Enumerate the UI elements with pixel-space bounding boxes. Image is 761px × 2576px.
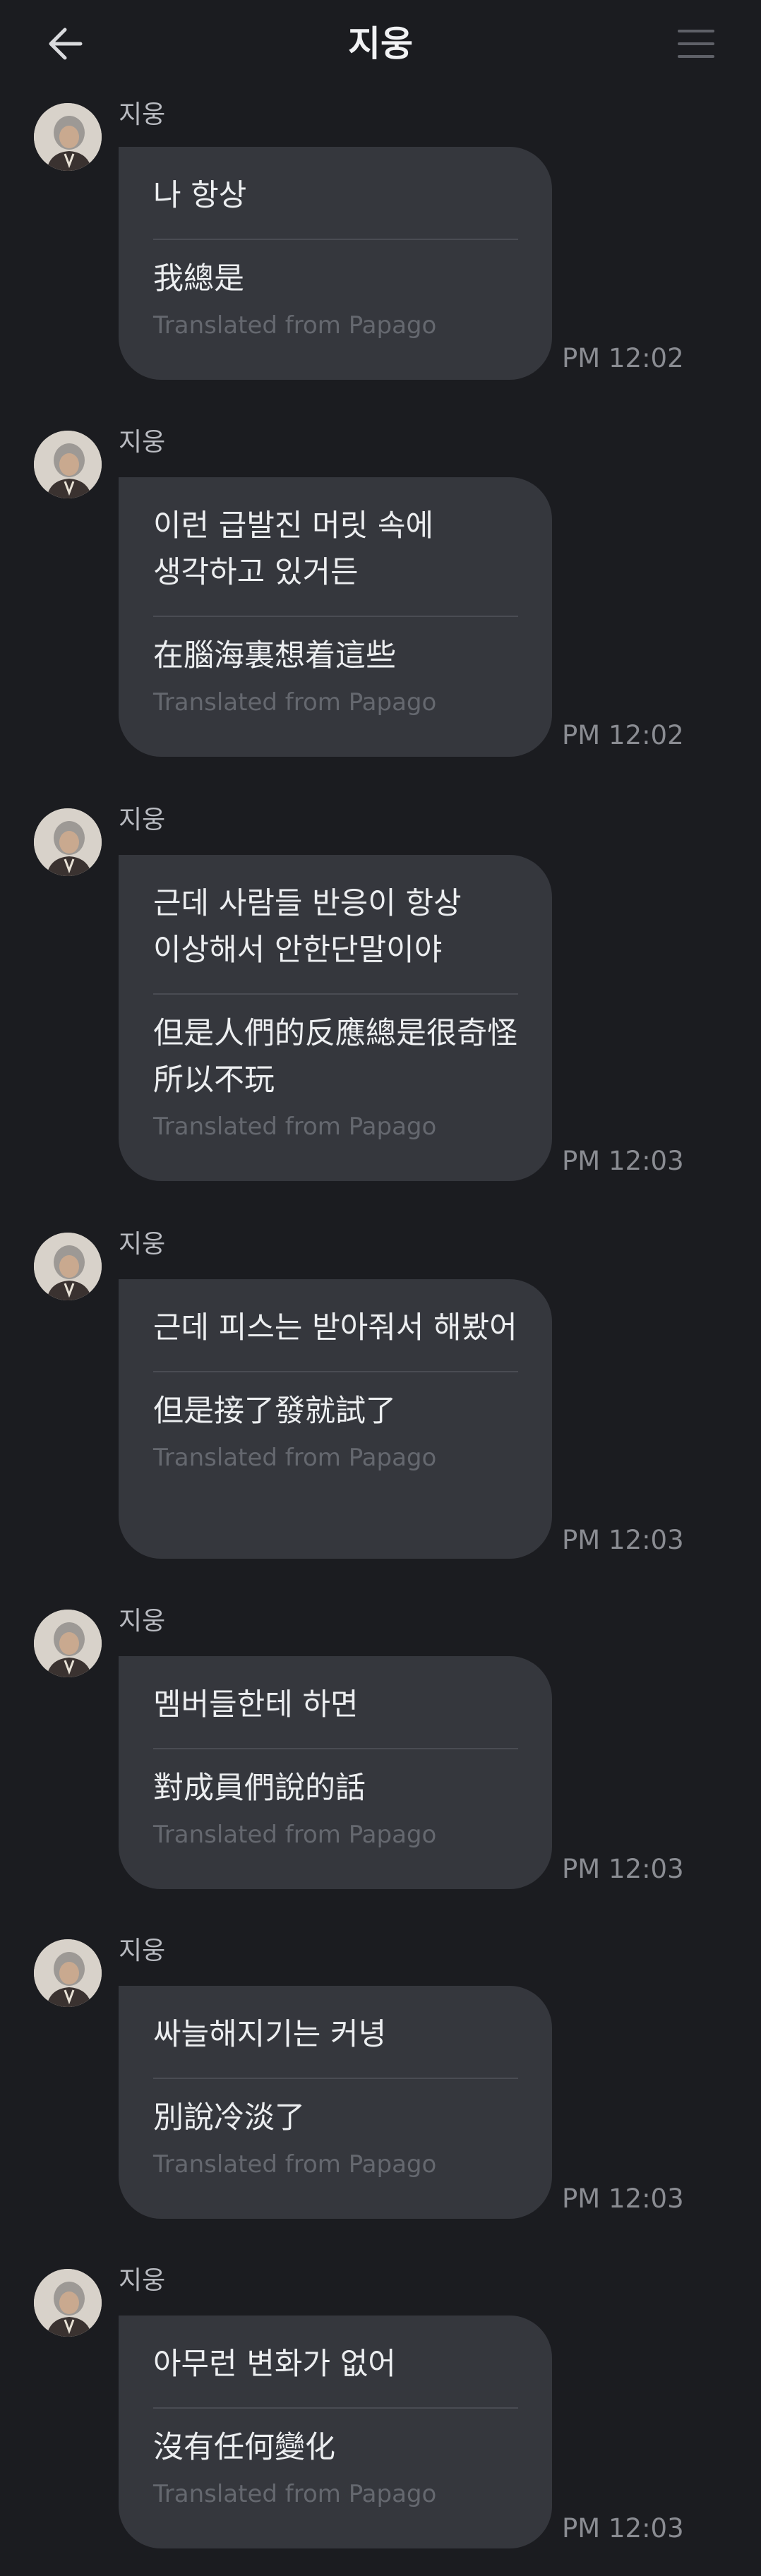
timestamp: PM 12:02 (562, 720, 684, 750)
translation-source: Translated from Papago (153, 1821, 437, 1849)
timestamp: PM 12:03 (562, 2513, 684, 2544)
message-bubble[interactable]: 아무런 변화가 없어 沒有任何變化 Translated from Papago (119, 2316, 552, 2548)
sender-name: 지웅 (119, 1607, 166, 1636)
avatar[interactable] (34, 1939, 102, 2007)
message-bubble[interactable]: 멤버들한테 하면 對成員們說的話 Translated from Papago (119, 1656, 552, 1889)
original-text: 아무런 변화가 없어 (153, 2347, 396, 2382)
timestamp: PM 12:03 (562, 1525, 684, 1555)
translated-text: 別說冷淡了 (153, 2100, 305, 2135)
chat-header: 지웅 (0, 0, 761, 86)
translation-source: Translated from Papago (153, 311, 437, 340)
sender-name: 지웅 (119, 805, 166, 834)
avatar[interactable] (34, 2269, 102, 2337)
message-bubble[interactable]: 이런 급발진 머릿 속에 생각하고 있거든 在腦海裏想着這些 Translate… (119, 477, 552, 757)
avatar-image (34, 1233, 102, 1300)
sender-name: 지웅 (119, 100, 166, 129)
avatar-image (34, 808, 102, 876)
message-bubble[interactable]: 근데 사람들 반응이 항상 이상해서 안한단말이야 但是人們的反應總是很奇怪 所… (119, 855, 552, 1181)
timestamp: PM 12:03 (562, 2183, 684, 2214)
translation-source: Translated from Papago (153, 2480, 437, 2508)
divider (153, 2078, 518, 2079)
translated-text: 沒有任何變化 (153, 2430, 335, 2465)
translation-source: Translated from Papago (153, 1113, 437, 1141)
hamburger-menu-icon (678, 30, 714, 58)
translation-source: Translated from Papago (153, 1444, 437, 1472)
original-text: 근데 사람들 반응이 항상 이상해서 안한단말이야 (153, 886, 462, 968)
avatar-image (34, 1610, 102, 1677)
message-bubble[interactable]: 근데 피스는 받아줘서 해봤어 但是接了發就試了 Translated from… (119, 1279, 552, 1559)
avatar[interactable] (34, 103, 102, 171)
divider (153, 616, 518, 617)
divider (153, 2407, 518, 2409)
sender-name: 지웅 (119, 2266, 166, 2295)
translation-source: Translated from Papago (153, 2150, 437, 2179)
translated-text: 我總是 (153, 261, 244, 296)
original-text: 이런 급발진 머릿 속에 생각하고 있거든 (153, 508, 434, 590)
sender-name: 지웅 (119, 1230, 166, 1259)
divider (153, 1748, 518, 1749)
original-text: 멤버들한테 하면 (153, 1687, 359, 1723)
avatar-image (34, 431, 102, 498)
translated-text: 在腦海裏想着這些 (153, 638, 396, 673)
divider (153, 239, 518, 240)
message-bubble[interactable]: 나 항상 我總是 Translated from Papago (119, 147, 552, 380)
original-text: 싸늘해지기는 커녕 (153, 2017, 387, 2052)
timestamp: PM 12:02 (562, 343, 684, 373)
original-text: 나 항상 (153, 178, 247, 213)
divider (153, 993, 518, 995)
divider (153, 1371, 518, 1372)
sender-name: 지웅 (119, 428, 166, 457)
original-text: 근데 피스는 받아줘서 해봤어 (153, 1310, 517, 1346)
translation-source: Translated from Papago (153, 688, 437, 717)
timestamp: PM 12:03 (562, 1854, 684, 1884)
avatar-image (34, 103, 102, 171)
avatar[interactable] (34, 1610, 102, 1677)
timestamp: PM 12:03 (562, 1146, 684, 1176)
menu-button[interactable] (671, 18, 721, 69)
translated-text: 但是接了發就試了 (153, 1394, 396, 1429)
avatar-image (34, 2269, 102, 2337)
translated-text: 對成員們說的話 (153, 1771, 366, 1806)
sender-name: 지웅 (119, 1936, 166, 1965)
message-bubble[interactable]: 싸늘해지기는 커녕 別說冷淡了 Translated from Papago (119, 1986, 552, 2219)
translated-text: 但是人們的反應總是很奇怪 所以不玩 (153, 1016, 517, 1098)
avatar[interactable] (34, 1233, 102, 1300)
avatar[interactable] (34, 808, 102, 876)
page-title: 지웅 (348, 23, 413, 64)
avatar-image (34, 1939, 102, 2007)
avatar[interactable] (34, 431, 102, 498)
